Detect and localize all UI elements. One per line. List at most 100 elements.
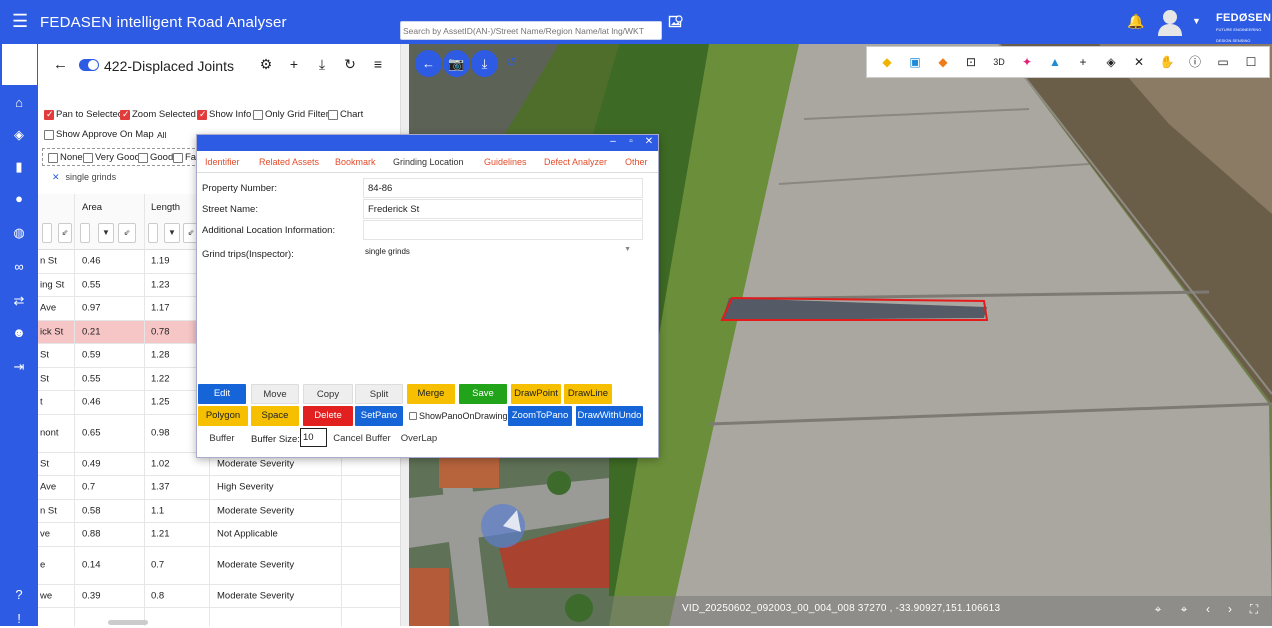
grade-none-checkbox[interactable]: None [48, 152, 83, 163]
funnel-icon[interactable]: ▼ [98, 223, 114, 243]
download-circle-button[interactable]: ⤓ [471, 50, 498, 77]
pin-icon[interactable]: ⇙ [118, 223, 136, 243]
buffer-size-input[interactable]: 10 [300, 428, 327, 447]
sliders-icon[interactable]: ⚙ [258, 56, 274, 73]
pan-to-selected-checkbox[interactable]: Pan to Selected [44, 109, 123, 120]
next-icon[interactable]: › [1222, 602, 1238, 618]
info-icon[interactable]: ⓘ [1187, 54, 1203, 70]
overlap-button[interactable]: OverLap [396, 429, 442, 449]
chevron-down-icon[interactable]: ▼ [1192, 16, 1201, 26]
location-list-icon[interactable]: ⌖ [1176, 602, 1192, 618]
filter-chip[interactable]: ✕ single grinds [52, 172, 116, 183]
image-icon[interactable]: ▣ [907, 54, 923, 70]
ruler-icon[interactable]: ▭ [1215, 54, 1231, 70]
show-pano-on-drawing-checkbox[interactable]: ShowPanoOnDrawing [409, 411, 508, 421]
back-circle-button[interactable]: ← [415, 50, 442, 77]
polygon-button[interactable]: Polygon [198, 406, 248, 426]
users-icon[interactable]: ☻ [10, 324, 28, 342]
globe-icon[interactable]: ◍ [10, 224, 28, 242]
fullscreen-icon[interactable]: ⛶ [1246, 602, 1262, 618]
feedback-icon[interactable]: ! [10, 610, 28, 628]
map-layers-icon[interactable]: ◆ [935, 54, 951, 70]
move-button[interactable]: Move [251, 384, 299, 404]
table-row[interactable]: Ave 0.7 1.37 High Severity [38, 476, 400, 500]
chart-checkbox[interactable]: Chart [328, 109, 363, 120]
lock-icon[interactable]: ▲ [1047, 54, 1063, 70]
funnel-icon[interactable]: ▼ [164, 223, 180, 243]
square-icon[interactable]: ☐ [1243, 54, 1259, 70]
tab-guidelines[interactable]: Guidelines [484, 157, 527, 167]
minimize-icon[interactable]: – [607, 136, 619, 147]
tab-other[interactable]: Other [625, 157, 648, 167]
previous-icon[interactable]: ‹ [1200, 602, 1216, 618]
hand-icon[interactable]: ✋ [1159, 54, 1175, 70]
stack-icon[interactable]: ◈ [1103, 54, 1119, 70]
save-button[interactable]: Save [459, 384, 507, 404]
close-icon[interactable]: ✕ [1131, 54, 1147, 70]
property-number-input[interactable]: 84-86 [363, 178, 643, 198]
layers-icon[interactable]: ◈ [10, 126, 28, 144]
grade-fair-checkbox[interactable]: Fai [173, 152, 198, 163]
approve-select[interactable]: All [157, 130, 166, 140]
buffer-button[interactable]: Buffer [198, 429, 246, 449]
column-area[interactable]: Area [82, 202, 102, 213]
delete-button[interactable]: Delete [303, 406, 353, 426]
set-pano-button[interactable]: SetPano [355, 406, 403, 426]
table-row[interactable]: ve 0.88 1.21 Not Applicable [38, 523, 400, 547]
book-icon[interactable]: ▮ [10, 158, 28, 176]
edit-button[interactable]: Edit [198, 384, 246, 404]
binoculars-icon[interactable]: ∞ [10, 258, 28, 276]
swap-icon[interactable]: ⇄ [10, 292, 28, 310]
copy-button[interactable]: Copy [303, 384, 353, 404]
grade-good-checkbox[interactable]: Good [138, 152, 173, 163]
pin-icon[interactable]: ⇙ [58, 223, 72, 243]
zoom-selected-checkbox[interactable]: Zoom Selected [120, 109, 196, 120]
history-icon[interactable]: ↺ [503, 54, 519, 70]
table-row[interactable]: e 0.14 0.7 Moderate Severity [38, 547, 400, 585]
plus-icon[interactable]: + [1075, 54, 1091, 70]
split-button[interactable]: Split [355, 384, 403, 404]
home-icon[interactable]: ⌂ [10, 94, 28, 112]
search-input[interactable] [400, 21, 662, 40]
avatar[interactable] [1157, 7, 1183, 37]
tab-related-assets[interactable]: Related Assets [259, 157, 319, 167]
layer-toggle[interactable] [79, 59, 99, 71]
space-button[interactable]: Space [251, 406, 299, 426]
help-icon[interactable]: ? [10, 586, 28, 604]
grind-trips-select[interactable]: single grinds ▼ [361, 243, 641, 263]
tab-identifier[interactable]: Identifier [205, 157, 240, 167]
table-row[interactable]: n St 0.58 1.1 Moderate Severity [38, 500, 400, 523]
tab-grinding-location[interactable]: Grinding Location [393, 157, 464, 167]
rotate-3d-icon[interactable]: 3D [991, 54, 1007, 70]
only-grid-filter-checkbox[interactable]: Only Grid Filter [253, 109, 329, 120]
additional-location-input[interactable] [363, 220, 643, 240]
back-arrow-icon[interactable]: ← [53, 56, 68, 73]
horizontal-scrollbar[interactable] [108, 620, 148, 625]
download-icon[interactable]: ⤓ [314, 56, 330, 73]
pedestrian-icon[interactable]: ✦ [1019, 54, 1035, 70]
close-icon[interactable]: ✕ [643, 136, 655, 147]
show-approve-checkbox[interactable]: Show Approve On Map [44, 129, 154, 140]
column-length[interactable]: Length [151, 202, 180, 213]
add-icon[interactable]: + [286, 56, 302, 72]
draw-point-button[interactable]: DrawPoint [511, 384, 561, 404]
filter-input[interactable] [148, 223, 158, 243]
draw-line-button[interactable]: DrawLine [564, 384, 612, 404]
street-name-input[interactable]: Frederick St [363, 199, 643, 219]
logout-icon[interactable]: ⇥ [10, 358, 28, 376]
focus-icon[interactable]: ⊡ [963, 54, 979, 70]
table-row[interactable]: we 0.39 0.8 Moderate Severity [38, 585, 400, 608]
tab-bookmark[interactable]: Bookmark [335, 157, 376, 167]
grade-very-good-checkbox[interactable]: Very Good [83, 152, 140, 163]
refresh-icon[interactable]: ↻ [342, 56, 358, 73]
location-pin-icon[interactable]: ⌖ [1150, 602, 1166, 618]
cancel-buffer-button[interactable]: Cancel Buffer [331, 429, 393, 449]
filter-icon[interactable]: ≡ [370, 56, 386, 72]
merge-button[interactable]: Merge [407, 384, 455, 404]
filter-input[interactable] [42, 223, 52, 243]
maximize-icon[interactable]: ▫ [625, 136, 637, 147]
puzzle-icon[interactable]: ◆ [879, 54, 895, 70]
mini-map[interactable] [409, 458, 609, 626]
hamburger-menu-icon[interactable]: ☰ [12, 12, 30, 32]
draw-with-undo-button[interactable]: DrawWithUndo [576, 406, 643, 426]
